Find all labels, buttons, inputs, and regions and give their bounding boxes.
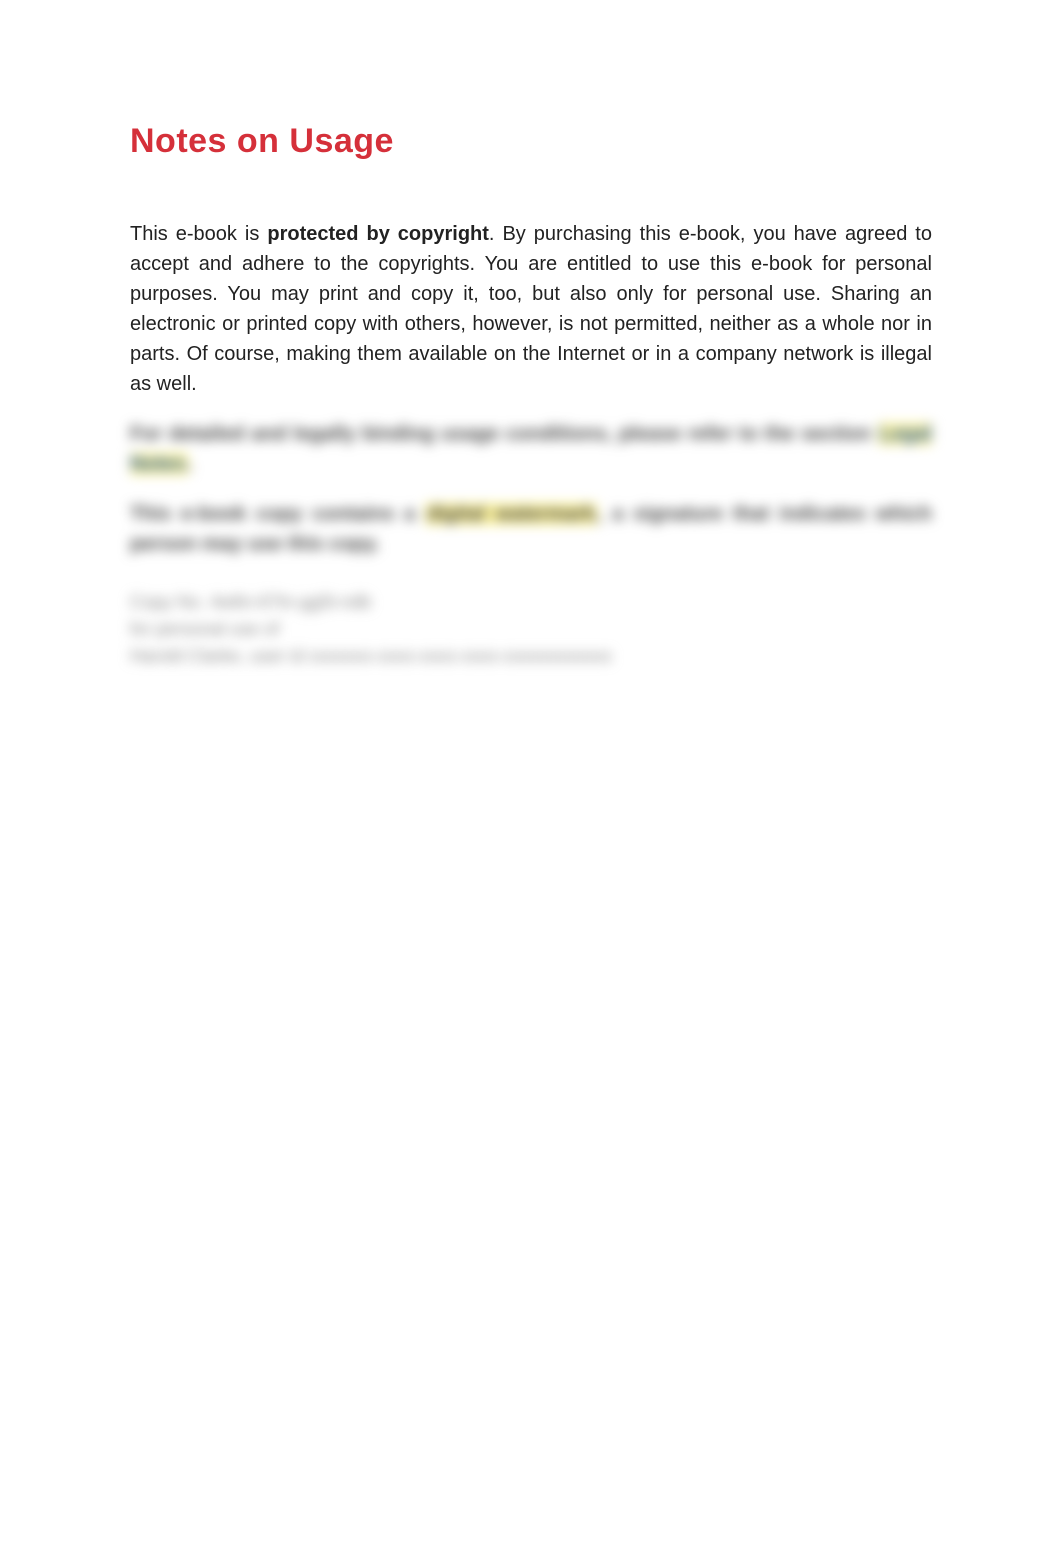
blurred-line1a: For detailed and legally binding usage c… [130,423,878,445]
blurred-line2a: This e-book copy contains a [130,503,425,525]
para1-suffix: . By purchasing this e-book, you have ag… [130,223,932,395]
page-heading: Notes on Usage [130,122,932,161]
blurred-footer: Copy No. 4w6n-67tn-gg5t-ndb for personal… [130,589,932,670]
blurred-line-1: For detailed and legally binding usage c… [130,419,932,479]
blurred-footer-line-1: Copy No. 4w6n-67tn-gg5t-ndb [130,589,932,616]
blurred-line-2: This e-book copy contains a digital wate… [130,499,932,559]
page-content: Notes on Usage This e-book is protected … [0,0,1062,670]
blurred-line1c: . [188,453,194,475]
blurred-footer-line-2: for personal use of [130,616,932,643]
copyright-paragraph: This e-book is protected by copyright. B… [130,219,932,399]
para1-bold: protected by copyright [267,223,489,245]
blurred-footer-line-3: Harold Clarke, user id xxxxxxx-xxxx-xxxx… [130,643,932,670]
blurred-preview-section: For detailed and legally binding usage c… [130,419,932,670]
blurred-highlight-watermark: digital watermark [425,503,598,525]
para1-prefix: This e-book is [130,223,267,245]
